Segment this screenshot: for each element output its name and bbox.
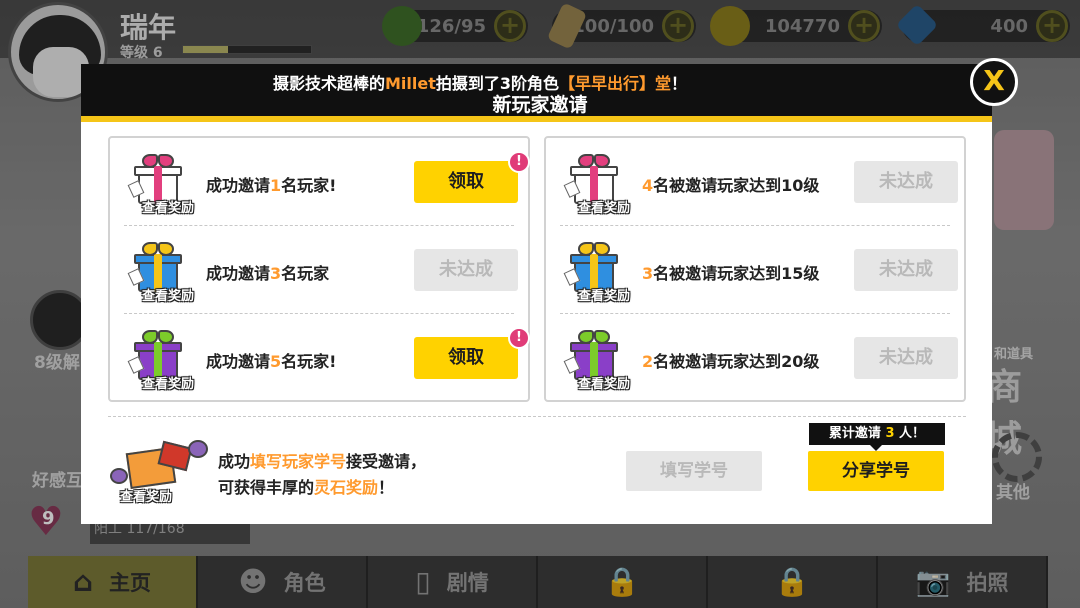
share-student-id-button[interactable]: 分享学号: [808, 451, 944, 491]
gift-box-icon[interactable]: 查看奖励: [127, 240, 194, 304]
gift-bow-right: [594, 330, 610, 344]
gift-bow-left: [142, 154, 158, 168]
not-achieved-button[interactable]: 未达成: [414, 249, 518, 291]
enter-code-description: 成功填写玩家学号接受邀请， 可获得丰厚的灵石奖励！: [218, 452, 427, 497]
claim-reward-button[interactable]: 领取!: [414, 151, 530, 203]
invite-count-rewards-panel: 查看奖励 成功邀请1名玩家! 领取! 查看奖励 成功邀请3名玩家 未达成 查看奖励 成功邀请5…: [108, 136, 530, 402]
gift-bow-left: [142, 330, 158, 344]
gift-bow-left: [578, 154, 594, 168]
not-achieved-button[interactable]: 未达成: [854, 337, 958, 379]
reward-condition-text: 成功邀请5名玩家!: [206, 352, 337, 371]
reward-condition-text: 2名被邀请玩家达到20级: [642, 352, 820, 371]
modal-title: 新玩家邀请: [492, 94, 588, 116]
gift-bow-right: [594, 154, 610, 168]
gift-box-icon[interactable]: 查看奖励: [563, 328, 630, 392]
reward-condition-text: 成功邀请3名玩家: [206, 264, 330, 283]
gift-bow-right: [158, 242, 174, 256]
not-achieved-button[interactable]: 未达成: [854, 161, 958, 203]
notification-badge: !: [508, 151, 530, 173]
view-reward-label: 查看奖励: [577, 377, 630, 392]
gift-box-icon[interactable]: 查看奖励: [127, 152, 194, 216]
view-reward-label: 查看奖励: [141, 289, 194, 304]
invitee-level-row: 查看奖励 3名被邀请玩家达到15级 未达成: [546, 226, 964, 314]
invitee-level-row: 查看奖励 4名被邀请玩家达到10级 未达成: [546, 138, 964, 226]
close-button[interactable]: X: [970, 58, 1018, 106]
gift-box-icon[interactable]: 查看奖励: [563, 152, 630, 216]
gift-bow-left: [578, 330, 594, 344]
gift-box-icon[interactable]: 查看奖励: [127, 328, 194, 392]
view-reward-label: 查看奖励: [141, 377, 194, 392]
view-reward-label: 查看奖励: [577, 201, 630, 216]
gift-bow-icon: [188, 440, 208, 458]
modal-divider: [108, 416, 966, 417]
view-reward-label: 查看奖励: [141, 201, 194, 216]
reward-condition-text: 4名被邀请玩家达到10级: [642, 176, 820, 195]
invitee-level-rewards-panel: 查看奖励 4名被邀请玩家达到10级 未达成 查看奖励 3名被邀请玩家达到15级 未达成 查看…: [544, 136, 966, 402]
reward-condition-text: 成功邀请1名玩家!: [206, 176, 337, 195]
invite-count-row: 查看奖励 成功邀请1名玩家! 领取!: [110, 138, 530, 226]
gift-bow-icon: [110, 468, 128, 484]
gift-bow-right: [158, 154, 174, 168]
fill-student-id-button[interactable]: 填写学号: [626, 451, 762, 491]
gift-bow-right: [158, 330, 174, 344]
gift-box-icon[interactable]: 查看奖励: [563, 240, 630, 304]
invite-count-row: 查看奖励 成功邀请5名玩家! 领取!: [110, 314, 530, 402]
not-achieved-button[interactable]: 未达成: [854, 249, 958, 291]
enter-code-reward-gift[interactable]: 查看奖励: [106, 438, 210, 508]
view-reward-label: 查看奖励: [577, 289, 630, 304]
invitee-level-row: 查看奖励 2名被邀请玩家达到20级 未达成: [546, 314, 964, 402]
gift-bow-left: [578, 242, 594, 256]
view-reward-label: 查看奖励: [120, 490, 173, 505]
invite-count-row: 查看奖励 成功邀请3名玩家 未达成: [110, 226, 528, 314]
gift-bow-left: [142, 242, 158, 256]
notification-badge: !: [508, 327, 530, 349]
reward-condition-text: 3名被邀请玩家达到15级: [642, 264, 820, 283]
claim-reward-button[interactable]: 领取!: [414, 327, 530, 379]
total-invites-tooltip: 累计邀请 3 人！: [809, 423, 945, 445]
gift-bow-right: [594, 242, 610, 256]
